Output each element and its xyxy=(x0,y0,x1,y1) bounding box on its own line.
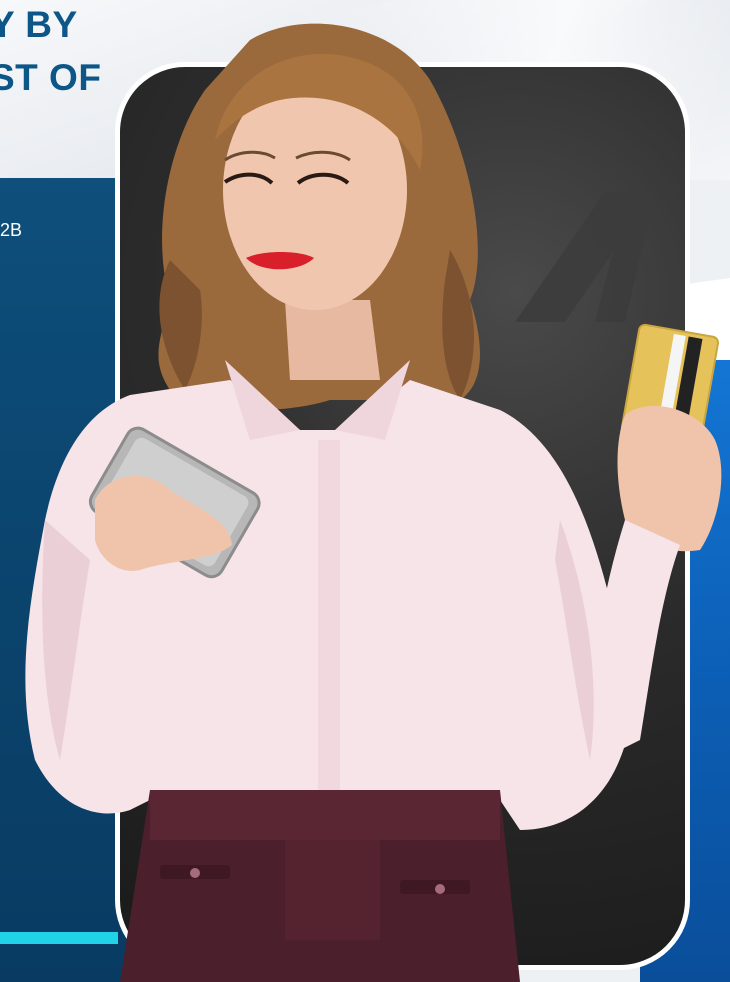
woman-photo xyxy=(25,23,722,982)
